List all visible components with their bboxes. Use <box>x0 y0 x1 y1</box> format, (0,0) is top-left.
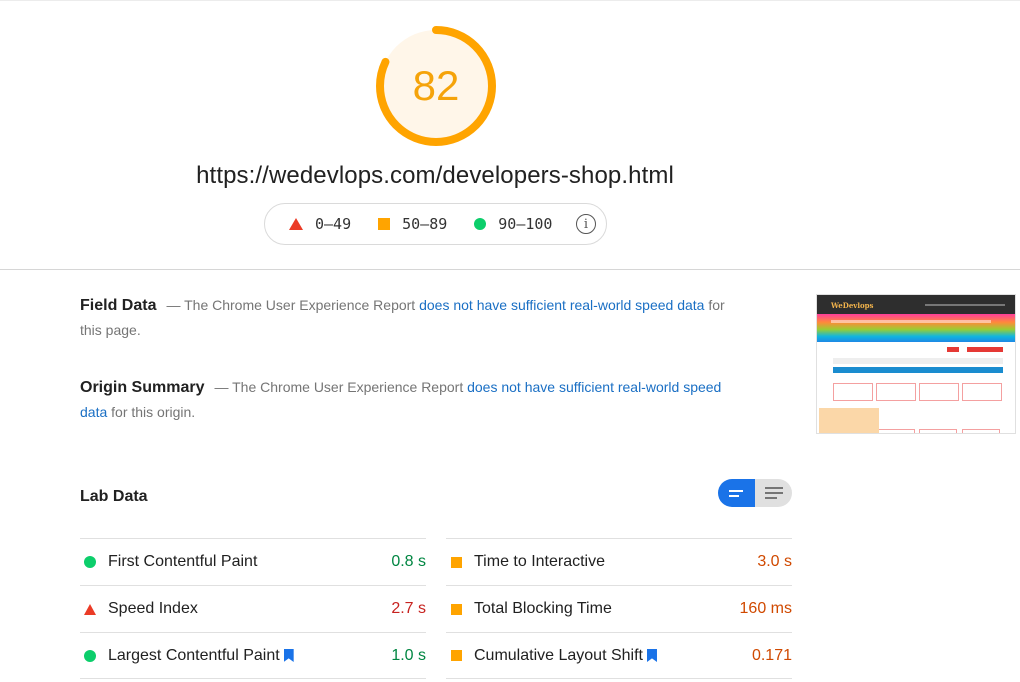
circle-icon <box>84 649 96 662</box>
metrics-column-left: First Contentful Paint 0.8 s Speed Index 2.… <box>80 538 426 679</box>
field-data-title: Field Data <box>80 297 157 314</box>
thumbnail-category <box>876 383 916 401</box>
field-data-prefix: — The Chrome User Experience Report <box>166 297 420 313</box>
thumbnail-cookie-banner <box>819 408 879 433</box>
metric-label: Largest Contentful Paint <box>108 646 280 664</box>
summary-view-button[interactable] <box>718 479 755 507</box>
page-screenshot-thumbnail: WeDevlops <box>816 294 1016 434</box>
metric-label: Total Blocking Time <box>474 600 612 617</box>
detailed-view-icon <box>764 497 777 499</box>
thumbnail-category <box>833 383 873 401</box>
square-icon <box>378 218 391 230</box>
thumbnail-logo: WeDevlops <box>831 301 874 310</box>
info-icon[interactable]: i <box>576 214 596 234</box>
metric-row: Time to Interactive 3.0 s <box>446 538 792 585</box>
thumbnail-button <box>947 347 959 352</box>
score-legend: 0–49 50–89 90–100 i <box>264 203 607 245</box>
field-data-section: Field Data — The Chrome User Experience R… <box>80 293 730 343</box>
square-icon <box>450 603 462 615</box>
thumbnail-blue-bar <box>833 367 1003 373</box>
legend-item-fail: 0–49 <box>289 215 351 233</box>
thumbnail-navbar: WeDevlops <box>817 295 1015 314</box>
metric-row: Largest Contentful Paint 1.0 s <box>80 632 426 679</box>
legend-item-pass: 90–100 <box>474 215 552 233</box>
origin-summary-prefix: — The Chrome User Experience Report <box>214 379 468 395</box>
legend-item-average: 50–89 <box>378 215 447 233</box>
origin-summary-suffix: for this origin. <box>107 404 196 420</box>
metric-label: Time to Interactive <box>474 553 606 570</box>
rating-indicator <box>450 556 462 568</box>
metric-row: Cumulative Layout Shift 0.171 <box>446 632 792 679</box>
tested-url: https://wedevlops.com/developers-shop.ht… <box>196 162 674 189</box>
metric-value: 0.8 s <box>391 553 426 570</box>
performance-score-gauge: 82 <box>375 25 497 147</box>
metric-label: Cumulative Layout Shift <box>474 646 643 664</box>
thumbnail-hero-banner <box>817 314 1015 342</box>
origin-summary-section: Origin Summary — The Chrome User Experien… <box>80 375 730 425</box>
rating-indicator <box>84 649 96 662</box>
square-icon <box>450 650 462 661</box>
bookmark-icon[interactable] <box>646 649 657 662</box>
thumbnail-button <box>967 347 1003 352</box>
rating-indicator <box>450 650 462 661</box>
score-value: 82 <box>412 62 460 109</box>
thumbnail-search-bar <box>833 358 1003 364</box>
metrics-column-right: Time to Interactive 3.0 s Total Blocking T… <box>446 538 792 679</box>
metric-value: 3.0 s <box>757 553 792 570</box>
metric-value: 0.171 <box>751 646 792 664</box>
metric-row: Total Blocking Time 160 ms <box>446 585 792 632</box>
metric-value: 160 ms <box>739 600 792 617</box>
thumbnail-category <box>962 383 1002 401</box>
legend-label: 0–49 <box>315 215 352 233</box>
detailed-view-icon <box>764 492 783 494</box>
triangle-icon <box>84 603 96 615</box>
legend-label: 50–89 <box>402 215 448 233</box>
thumbnail-card <box>962 429 1000 433</box>
view-toggle[interactable] <box>718 479 792 507</box>
origin-summary-title: Origin Summary <box>80 379 205 396</box>
rating-indicator <box>84 556 96 568</box>
summary-view-icon <box>728 494 739 497</box>
thumbnail-card <box>919 429 957 433</box>
legend-label: 90–100 <box>498 215 553 233</box>
metric-value: 2.7 s <box>391 600 426 617</box>
detailed-view-icon <box>764 487 783 489</box>
thumbnail-category <box>919 383 959 401</box>
detailed-view-button[interactable] <box>755 479 792 507</box>
thumbnail-card <box>877 429 915 433</box>
circle-icon <box>474 218 487 230</box>
metric-row: First Contentful Paint 0.8 s <box>80 538 426 585</box>
top-border <box>0 0 1020 1</box>
rating-indicator <box>450 603 462 615</box>
field-data-link[interactable]: does not have sufficient real-world spee… <box>419 297 704 313</box>
thumbnail-navlinks <box>925 304 1005 306</box>
summary-view-icon <box>728 489 743 492</box>
triangle-icon <box>289 218 303 230</box>
lab-data-title: Lab Data <box>80 488 148 505</box>
metric-label: Speed Index <box>108 600 198 617</box>
section-divider <box>0 269 1020 270</box>
rating-indicator <box>84 603 96 615</box>
metric-row: Speed Index 2.7 s <box>80 585 426 632</box>
metric-label: First Contentful Paint <box>108 553 258 570</box>
bookmark-icon[interactable] <box>283 649 294 662</box>
circle-icon <box>84 556 96 568</box>
square-icon <box>450 556 462 568</box>
metric-value: 1.0 s <box>391 646 426 664</box>
